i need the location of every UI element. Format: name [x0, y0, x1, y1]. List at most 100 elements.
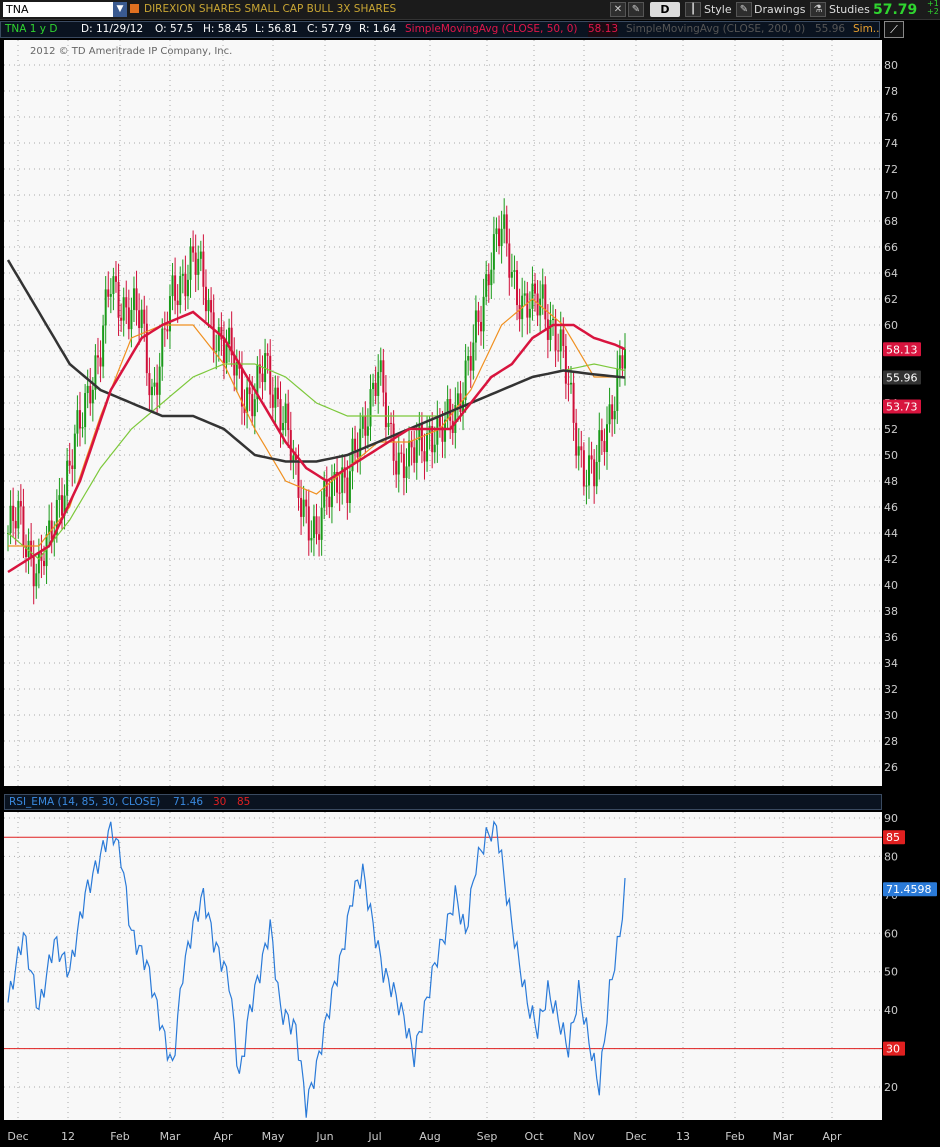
- sim-label: Sim...: [853, 23, 880, 35]
- symbol-dropdown-icon[interactable]: ▼: [113, 2, 127, 17]
- candle-body: [413, 447, 416, 463]
- time-tick-label: Apr: [822, 1130, 842, 1143]
- candle-body: [482, 296, 485, 332]
- candle-body: [194, 252, 197, 275]
- candle-body: [215, 350, 218, 352]
- price-tick-label: 62: [884, 293, 898, 306]
- crosshair-tool-icon[interactable]: ✕: [610, 2, 626, 17]
- time-tick-label: May: [262, 1130, 285, 1143]
- candle-body: [48, 520, 51, 535]
- candle-body: [528, 308, 531, 318]
- candle-body: [315, 516, 318, 535]
- candle-body: [361, 416, 364, 429]
- candle-body: [307, 506, 310, 541]
- candle-body: [498, 228, 501, 247]
- candle-body: [19, 501, 22, 507]
- candle-body: [225, 344, 228, 364]
- candle-body: [50, 520, 53, 539]
- candle-style-icon[interactable]: ┃: [685, 2, 701, 17]
- pencil-tool-icon[interactable]: ✎: [628, 2, 644, 17]
- candle-body: [564, 345, 567, 384]
- candle-body: [513, 270, 516, 272]
- candle-body: [238, 362, 241, 369]
- price-tick-label: 36: [884, 631, 898, 644]
- candle-body: [402, 453, 405, 478]
- candle-body: [233, 355, 236, 376]
- price-tick-label: 78: [884, 85, 898, 98]
- candle-body: [534, 283, 537, 294]
- price-tick-label: 48: [884, 475, 898, 488]
- candle-body: [284, 403, 287, 423]
- candle-body: [96, 355, 99, 358]
- candle-body: [541, 284, 544, 299]
- candle-body: [464, 360, 467, 401]
- candle-body: [341, 467, 344, 493]
- candle-body: [348, 471, 351, 503]
- rsi-low-label: 30: [213, 796, 227, 808]
- info-date: D: 11/29/12: [81, 23, 144, 35]
- candle-body: [366, 426, 369, 436]
- candle-body: [14, 520, 17, 529]
- sma200-badge-text: 55.96: [886, 372, 918, 385]
- candle-body: [68, 460, 71, 466]
- candle-body: [9, 505, 12, 533]
- candle-body: [305, 499, 308, 507]
- time-tick-label: Sep: [477, 1130, 498, 1143]
- panel-settings-icon[interactable]: ⟋: [884, 21, 904, 38]
- price-change: +1 +2: [927, 0, 939, 16]
- candle-body: [53, 534, 56, 539]
- rsi-axis: 20 30 40 50 60 70 80 90: [884, 812, 898, 1094]
- aggregation-button[interactable]: D: [650, 2, 680, 17]
- time-tick-label: 12: [61, 1130, 75, 1143]
- candle-body: [441, 426, 444, 442]
- candle-body: [554, 318, 557, 351]
- candle-body: [397, 452, 400, 475]
- price-axis: 26 28 30 32 34 36 38 40 42 44 46 48 50 52 54 56 58 60 62 64…: [884, 59, 898, 774]
- rsi-line: [7, 820, 626, 1118]
- studies-menu[interactable]: Studies: [829, 1, 870, 18]
- rsi-tick-label: 90: [884, 812, 898, 825]
- candle-body: [613, 410, 616, 420]
- price-tick-label: 80: [884, 59, 898, 72]
- time-tick-label: Apr: [213, 1130, 233, 1143]
- candle-body: [382, 360, 385, 393]
- candle-body: [132, 288, 135, 310]
- ema-orange-line: [8, 298, 625, 547]
- price-tick-label: 56: [884, 371, 898, 384]
- candle-body: [292, 455, 295, 462]
- time-axis: Dec 12 Feb Mar Apr May Jun Jul Aug Sep Oct Nov Dec 13…: [7, 1130, 842, 1143]
- candle-body: [343, 467, 346, 478]
- style-menu[interactable]: Style: [704, 1, 732, 18]
- time-tick-label: Feb: [725, 1130, 744, 1143]
- drawings-icon[interactable]: ✎: [736, 2, 752, 17]
- symbol-input[interactable]: TNA: [3, 2, 113, 17]
- candle-body: [148, 373, 151, 396]
- info-close: C: 57.79: [307, 23, 352, 35]
- candle-body: [220, 327, 223, 340]
- studies-icon[interactable]: ⚗: [810, 2, 826, 17]
- candle-body: [392, 423, 395, 461]
- candle-body: [485, 274, 488, 297]
- candle-body: [89, 385, 92, 404]
- price-tick-label: 26: [884, 761, 898, 774]
- candle-body: [559, 329, 562, 352]
- candle-body: [135, 288, 138, 311]
- sma50-line: [7, 310, 626, 574]
- candle-body: [372, 382, 375, 390]
- candle-body: [467, 356, 470, 361]
- candle-body: [364, 416, 367, 436]
- time-tick-label: Feb: [110, 1130, 129, 1143]
- candle-body: [248, 387, 251, 395]
- sma200-line: [6, 259, 626, 463]
- candle-body: [526, 293, 529, 318]
- candle-body: [189, 246, 192, 280]
- candle-body: [423, 451, 426, 462]
- candle-body: [109, 294, 112, 297]
- time-tick-label: 13: [676, 1130, 690, 1143]
- candle-body: [300, 497, 303, 517]
- candle-body: [104, 289, 107, 326]
- candle-body: [474, 310, 477, 343]
- candle-body: [570, 382, 573, 385]
- drawings-menu[interactable]: Drawings: [754, 1, 805, 18]
- candle-body: [438, 416, 441, 427]
